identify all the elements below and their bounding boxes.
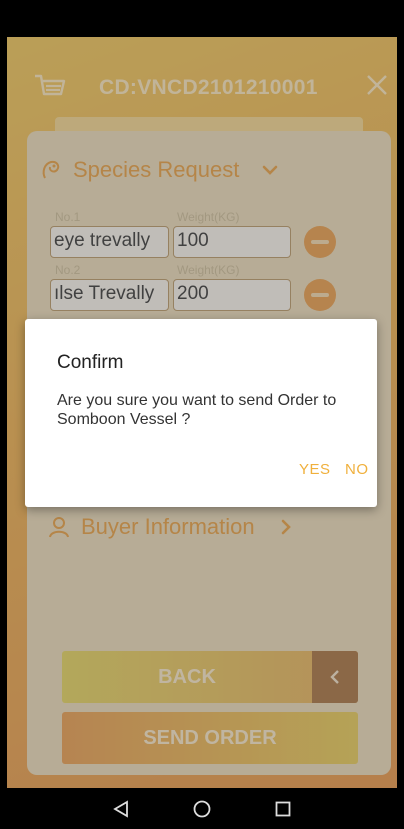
status-bar xyxy=(0,0,404,37)
system-nav-bar xyxy=(0,788,404,829)
no-button[interactable]: NO xyxy=(345,461,369,478)
nav-back-icon[interactable] xyxy=(111,799,131,819)
dialog-message: Are you sure you want to send Order to S… xyxy=(57,392,337,428)
dialog-title: Confirm xyxy=(57,352,124,373)
app-screen: CD:VNCD2101210001 Species Request No.1 W… xyxy=(7,37,397,788)
confirm-dialog: Confirm Are you sure you want to send Or… xyxy=(25,319,377,507)
yes-button[interactable]: YES xyxy=(299,461,331,478)
nav-recents-icon[interactable] xyxy=(273,799,293,819)
nav-home-icon[interactable] xyxy=(192,799,212,819)
